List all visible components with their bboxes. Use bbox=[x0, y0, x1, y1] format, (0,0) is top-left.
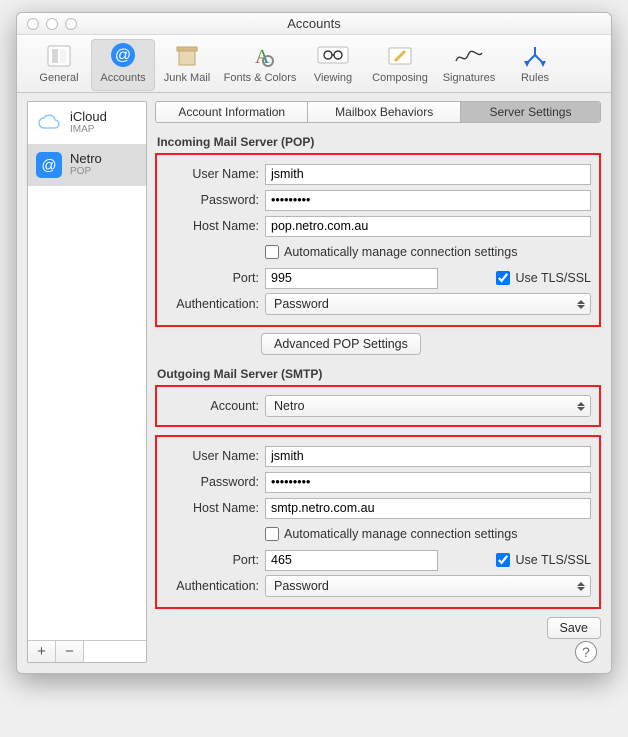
trash-icon bbox=[170, 41, 204, 71]
toolbar-label: Accounts bbox=[100, 72, 145, 84]
svg-text:@: @ bbox=[41, 157, 56, 174]
sidebar-spacer bbox=[28, 186, 146, 640]
add-account-button[interactable]: + bbox=[28, 641, 56, 662]
toolbar-general[interactable]: General bbox=[27, 39, 91, 91]
outgoing-user-input[interactable] bbox=[265, 446, 591, 467]
accounts-sidebar: iCloud IMAP @ Netro POP + − bbox=[27, 101, 147, 663]
outgoing-auth-select[interactable]: Password bbox=[265, 575, 591, 597]
pencil-icon bbox=[383, 41, 417, 71]
outgoing-host-input[interactable] bbox=[265, 498, 591, 519]
account-text: iCloud IMAP bbox=[70, 110, 107, 135]
account-item-netro[interactable]: @ Netro POP bbox=[28, 144, 146, 186]
window-title: Accounts bbox=[17, 16, 611, 31]
save-button[interactable]: Save bbox=[547, 617, 602, 639]
titlebar: Accounts bbox=[17, 13, 611, 35]
outgoing-tls-checkbox[interactable]: Use TLS/SSL bbox=[496, 553, 591, 567]
updown-icon bbox=[576, 296, 586, 312]
account-name: Netro bbox=[70, 152, 102, 166]
incoming-port-label: Port: bbox=[165, 271, 265, 285]
at-icon: @ bbox=[36, 152, 62, 178]
tabs: Account Information Mailbox Behaviors Se… bbox=[155, 101, 601, 123]
outgoing-auth-value: Password bbox=[274, 579, 329, 593]
checkbox-icon[interactable] bbox=[265, 245, 279, 259]
toolbar-signatures[interactable]: Signatures bbox=[435, 39, 503, 91]
outgoing-pass-input[interactable] bbox=[265, 472, 591, 493]
incoming-auth-label: Authentication: bbox=[165, 297, 265, 311]
outgoing-account-group: Account: Netro bbox=[155, 385, 601, 427]
fonts-icon: A bbox=[243, 41, 277, 71]
glasses-icon bbox=[316, 41, 350, 71]
toolbar: General @ Accounts Junk Mail A Fonts & C… bbox=[17, 35, 611, 93]
account-text: Netro POP bbox=[70, 152, 102, 177]
outgoing-pass-label: Password: bbox=[165, 475, 265, 489]
preferences-window: Accounts General @ Accounts Junk Mail A bbox=[16, 12, 612, 674]
incoming-auto-label: Automatically manage connection settings bbox=[284, 245, 517, 259]
signature-icon bbox=[452, 41, 486, 71]
account-name: iCloud bbox=[70, 110, 107, 124]
remove-account-button[interactable]: − bbox=[56, 641, 84, 662]
outgoing-port-label: Port: bbox=[165, 553, 265, 567]
outgoing-account-value: Netro bbox=[274, 399, 305, 413]
outgoing-account-select[interactable]: Netro bbox=[265, 395, 591, 417]
checkbox-icon[interactable] bbox=[496, 271, 510, 285]
toolbar-label: Signatures bbox=[443, 72, 496, 84]
incoming-auth-value: Password bbox=[274, 297, 329, 311]
help-button[interactable]: ? bbox=[575, 641, 597, 663]
toolbar-label: Junk Mail bbox=[164, 72, 210, 84]
updown-icon bbox=[576, 398, 586, 414]
checkbox-icon[interactable] bbox=[265, 527, 279, 541]
main-panel: Account Information Mailbox Behaviors Se… bbox=[155, 101, 601, 663]
tab-account-info[interactable]: Account Information bbox=[156, 102, 308, 122]
content: iCloud IMAP @ Netro POP + − Ac bbox=[17, 93, 611, 673]
incoming-auth-select[interactable]: Password bbox=[265, 293, 591, 315]
updown-icon bbox=[576, 578, 586, 594]
incoming-host-input[interactable] bbox=[265, 216, 591, 237]
sidebar-footer: + − bbox=[28, 640, 146, 662]
at-icon: @ bbox=[106, 41, 140, 71]
toolbar-fonts[interactable]: A Fonts & Colors bbox=[219, 39, 301, 91]
outgoing-host-label: Host Name: bbox=[165, 501, 265, 515]
account-type: POP bbox=[70, 166, 102, 177]
tab-mailbox-behaviors[interactable]: Mailbox Behaviors bbox=[308, 102, 460, 122]
toolbar-junk[interactable]: Junk Mail bbox=[155, 39, 219, 91]
incoming-port-input[interactable] bbox=[265, 268, 438, 289]
cloud-icon bbox=[36, 110, 62, 136]
incoming-auto-checkbox[interactable]: Automatically manage connection settings bbox=[265, 245, 517, 259]
rules-icon bbox=[518, 41, 552, 71]
incoming-pass-input[interactable] bbox=[265, 190, 591, 211]
outgoing-port-input[interactable] bbox=[265, 550, 438, 571]
outgoing-user-label: User Name: bbox=[165, 449, 265, 463]
outgoing-auth-label: Authentication: bbox=[165, 579, 265, 593]
incoming-tls-label: Use TLS/SSL bbox=[515, 271, 591, 285]
outgoing-title: Outgoing Mail Server (SMTP) bbox=[157, 367, 601, 381]
toolbar-rules[interactable]: Rules bbox=[503, 39, 567, 91]
incoming-group: User Name: Password: Host Name: bbox=[155, 153, 601, 327]
svg-text:@: @ bbox=[115, 47, 131, 64]
toolbar-label: Fonts & Colors bbox=[224, 72, 297, 84]
toolbar-composing[interactable]: Composing bbox=[365, 39, 435, 91]
incoming-host-label: Host Name: bbox=[165, 219, 265, 233]
toolbar-label: Rules bbox=[521, 72, 549, 84]
outgoing-auto-checkbox[interactable]: Automatically manage connection settings bbox=[265, 527, 517, 541]
toolbar-label: Composing bbox=[372, 72, 428, 84]
outgoing-account-label: Account: bbox=[165, 399, 265, 413]
account-type: IMAP bbox=[70, 124, 107, 135]
tab-server-settings[interactable]: Server Settings bbox=[461, 102, 600, 122]
incoming-user-input[interactable] bbox=[265, 164, 591, 185]
toolbar-label: Viewing bbox=[314, 72, 352, 84]
incoming-user-label: User Name: bbox=[165, 167, 265, 181]
incoming-title: Incoming Mail Server (POP) bbox=[157, 135, 601, 149]
outgoing-tls-label: Use TLS/SSL bbox=[515, 553, 591, 567]
incoming-tls-checkbox[interactable]: Use TLS/SSL bbox=[496, 271, 591, 285]
outgoing-auto-label: Automatically manage connection settings bbox=[284, 527, 517, 541]
switch-icon bbox=[42, 41, 76, 71]
checkbox-icon[interactable] bbox=[496, 553, 510, 567]
toolbar-viewing[interactable]: Viewing bbox=[301, 39, 365, 91]
account-item-icloud[interactable]: iCloud IMAP bbox=[28, 102, 146, 144]
toolbar-accounts[interactable]: @ Accounts bbox=[91, 39, 155, 91]
outgoing-group: User Name: Password: Host Name: bbox=[155, 435, 601, 609]
incoming-pass-label: Password: bbox=[165, 193, 265, 207]
advanced-pop-button[interactable]: Advanced POP Settings bbox=[261, 333, 421, 355]
toolbar-label: General bbox=[39, 72, 78, 84]
